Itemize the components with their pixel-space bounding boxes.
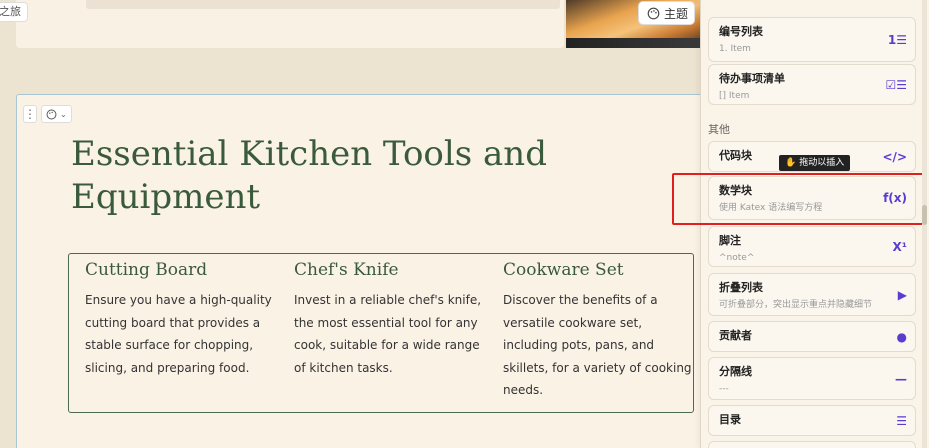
palette-icon bbox=[647, 7, 660, 19]
card-chefs-knife: Chef's Knife Invest in a reliable chef's… bbox=[294, 259, 484, 379]
menu-item-subtitle: 使用 Katex 语法编写方程 bbox=[719, 203, 823, 213]
menu-item-subtitle: 可折叠部分，突出显示重点并隐藏细节 bbox=[719, 300, 873, 310]
drag-tooltip: ✋ 拖动以插入 bbox=[779, 155, 851, 171]
theme-button-label: 主题 bbox=[664, 6, 689, 21]
card-text: Discover the benefits of a versatile coo… bbox=[503, 293, 692, 397]
palette-icon bbox=[46, 109, 57, 119]
card-title: Chef's Knife bbox=[294, 260, 399, 280]
card-title: Cutting Board bbox=[85, 260, 208, 280]
menu-item-divider[interactable]: 分隔线 --- — bbox=[708, 357, 916, 400]
menu-item-toggle-list[interactable]: 折叠列表 可折叠部分，突出显示重点并隐藏细节 ▶ bbox=[708, 273, 916, 316]
user-icon: ● bbox=[896, 329, 907, 344]
scrollbar-thumb[interactable] bbox=[922, 205, 927, 225]
card-cutting-board: Cutting Board Ensure you have a high-qua… bbox=[85, 259, 275, 379]
menu-item-label: 数学块 bbox=[719, 184, 752, 197]
block-toolbar: ⋮ ⌄ bbox=[23, 104, 72, 124]
section-title: Essential Kitchen Tools and Equipment bbox=[71, 134, 547, 217]
menu-item-label: 贡献者 bbox=[719, 329, 752, 342]
card-text: Invest in a reliable chef's knife, the m… bbox=[294, 293, 482, 375]
menu-item-math-block[interactable]: 数学块 使用 Katex 语法编写方程 f(x) bbox=[708, 176, 916, 220]
card-title: Cookware Set bbox=[503, 260, 624, 280]
menu-item-label: 编号列表 bbox=[719, 25, 763, 38]
checklist-icon: ☑☰ bbox=[885, 77, 907, 92]
group-label-other: 其他 bbox=[708, 123, 730, 136]
drag-tooltip-text: 拖动以插入 bbox=[799, 158, 845, 168]
numbered-list-icon: 1☰ bbox=[887, 32, 907, 47]
menu-item-label: 目录 bbox=[719, 413, 741, 426]
previous-block bbox=[16, 0, 564, 48]
code-icon: </> bbox=[882, 149, 908, 164]
menu-item-contributors[interactable]: 贡献者 ● bbox=[708, 321, 916, 352]
menu-item-footnote[interactable]: 脚注 ^note^ X¹ bbox=[708, 226, 916, 267]
menu-item-table-of-contents[interactable]: 目录 ☰ bbox=[708, 405, 916, 436]
cards-container: Cutting Board Ensure you have a high-qua… bbox=[68, 253, 694, 413]
superscript-icon: X¹ bbox=[892, 239, 907, 254]
menu-item-subtitle: --- bbox=[719, 384, 729, 394]
menu-item-subtitle: [] Item bbox=[719, 91, 750, 101]
menu-item-label: 分隔线 bbox=[719, 365, 752, 378]
divider-icon: — bbox=[895, 371, 907, 386]
menu-item-label: 待办事项清单 bbox=[719, 72, 785, 85]
theme-button[interactable]: 主题 bbox=[638, 1, 695, 25]
toc-icon: ☰ bbox=[896, 413, 907, 428]
menu-item-todo-list[interactable]: 待办事项清单 [] Item ☑☰ bbox=[708, 64, 916, 105]
menu-item-label: 折叠列表 bbox=[719, 281, 763, 294]
content-section[interactable]: ⋮ ⌄ Essential Kitchen Tools and Equipmen… bbox=[16, 94, 716, 448]
card-cookware-set: Cookware Set Discover the benefits of a … bbox=[503, 259, 693, 402]
menu-item-subtitle: ^note^ bbox=[719, 253, 755, 263]
card-text: Ensure you have a high-quality cutting b… bbox=[85, 293, 272, 375]
block-style-button[interactable]: ⌄ bbox=[41, 105, 72, 123]
menu-item-subtitle: 1. Item bbox=[719, 44, 751, 54]
drag-handle-icon[interactable]: ⋮ bbox=[23, 105, 37, 123]
menu-item-label: 脚注 bbox=[719, 234, 741, 247]
menu-item-next[interactable] bbox=[708, 441, 916, 448]
hand-icon: ✋ bbox=[785, 158, 797, 168]
menu-item-numbered-list[interactable]: 编号列表 1. Item 1☰ bbox=[708, 17, 916, 62]
page-title-chip[interactable]: 之旅 bbox=[0, 2, 28, 22]
insert-block-panel: 编号列表 1. Item 1☰ 待办事项清单 [] Item ☑☰ 其他 代码块… bbox=[700, 0, 929, 448]
function-icon: f(x) bbox=[883, 191, 907, 205]
play-icon: ▶ bbox=[897, 287, 907, 302]
chevron-down-icon: ⌄ bbox=[60, 109, 67, 119]
previous-block-content bbox=[86, 0, 560, 9]
